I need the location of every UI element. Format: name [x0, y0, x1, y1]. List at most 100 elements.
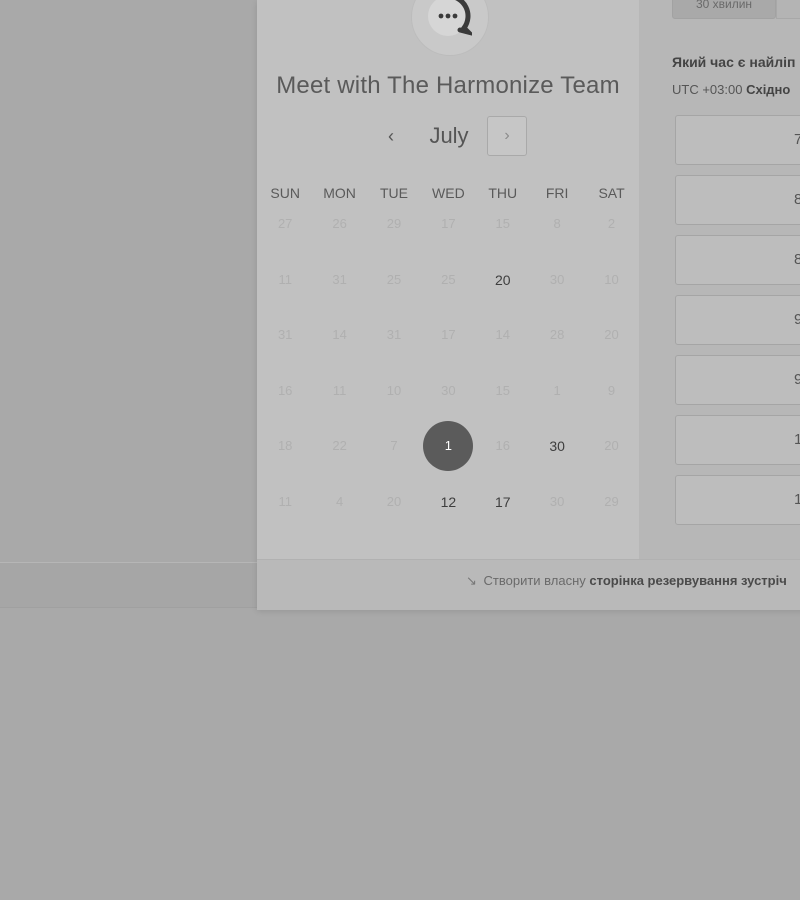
- calendar-day-number: 30: [549, 271, 565, 287]
- calendar-day: 11: [258, 268, 312, 324]
- weekday-label: SAT: [598, 185, 625, 201]
- calendar-day: 15: [476, 212, 530, 268]
- calendar-day: 22: [312, 434, 366, 490]
- calendar-day: 25: [367, 268, 421, 324]
- timezone-label[interactable]: UTC +03:00 Східно: [672, 82, 790, 97]
- calendar-day-number: 11: [278, 493, 292, 509]
- calendar-day[interactable]: 30: [530, 434, 584, 490]
- time-slot-label: 8: [794, 191, 800, 208]
- prev-month-button[interactable]: ‹: [379, 122, 403, 150]
- time-slot-label: 1: [794, 491, 800, 508]
- page-title: Meet with The Harmonize Team: [276, 72, 620, 99]
- duration-tab-alt[interactable]: [776, 0, 800, 19]
- next-month-button[interactable]: ›: [487, 116, 527, 156]
- calendar-day[interactable]: 20: [476, 268, 530, 324]
- calendar-day: 31: [258, 323, 312, 379]
- time-slot-button[interactable]: 7: [675, 115, 800, 165]
- calendar-day-number: 17: [441, 216, 456, 231]
- calendar-day-selected[interactable]: 1: [421, 421, 475, 490]
- duration-tab[interactable]: 30 хвилин: [672, 0, 776, 19]
- calendar-day: 29: [584, 490, 638, 546]
- weekday-header: SUN MON TUE WED THU FRI SAT: [258, 180, 639, 206]
- time-slot-button[interactable]: 1: [675, 475, 800, 525]
- calendar-day-number: 17: [441, 327, 456, 343]
- timezone-name: Східно: [746, 82, 791, 97]
- calendar-day-number: 30: [549, 438, 565, 455]
- calendar-day: 27: [258, 212, 312, 268]
- arrow-icon: ↘: [466, 573, 477, 588]
- time-slot-button[interactable]: 1: [675, 415, 800, 465]
- calendar-day: 25: [421, 268, 475, 324]
- calendar-day[interactable]: 12: [421, 490, 475, 546]
- calendar-day-number: 14: [332, 327, 347, 343]
- calendar-day-number: 7: [390, 438, 398, 454]
- calendar-day-number: 11: [278, 271, 292, 287]
- calendar-day-number: 31: [277, 327, 293, 343]
- time-slot-button[interactable]: 9: [675, 355, 800, 405]
- calendar-day-number: 27: [277, 216, 293, 231]
- weekday-label: WED: [432, 185, 465, 201]
- calendar-day-number: 26: [332, 216, 347, 231]
- time-question: Який час є найліп: [672, 54, 796, 70]
- weekday-label: TUE: [379, 185, 408, 201]
- time-slot-button[interactable]: 9: [675, 295, 800, 345]
- calendar-day: 31: [312, 268, 366, 324]
- calendar-day-number: 22: [332, 438, 347, 454]
- calendar-day-number: 31: [386, 327, 402, 343]
- time-slot-button[interactable]: 8: [675, 175, 800, 225]
- calendar-day: 16: [476, 434, 530, 490]
- calendar-day-number: 1: [423, 421, 474, 472]
- weekday-label: SUN: [270, 185, 300, 201]
- calendar-day: 10: [367, 379, 421, 435]
- weekday-label: FRI: [545, 185, 569, 201]
- time-slot-label: 8: [794, 251, 800, 268]
- calendar-day: 26: [312, 212, 366, 268]
- calendar-day-number: 30: [441, 382, 456, 398]
- calendar-day-number: 1: [553, 382, 561, 398]
- calendar-day-number: 10: [386, 382, 402, 398]
- calendar-day: 8: [530, 212, 584, 268]
- time-slot-button[interactable]: 8: [675, 235, 800, 285]
- calendar-day: 16: [258, 379, 312, 435]
- create-booking-page-link[interactable]: ↘ Створити власну сторінка резервування …: [466, 573, 787, 589]
- calendar-day-number: 20: [386, 493, 402, 509]
- calendar-day-number: 16: [495, 438, 510, 454]
- calendar-day: 9: [584, 379, 638, 435]
- calendar-day-number: 25: [386, 271, 402, 287]
- calendar-day: 1: [530, 379, 584, 435]
- calendar-day-number: 20: [604, 327, 619, 343]
- calendar-day: 30: [530, 268, 584, 324]
- timezone-offset: UTC +03:00: [672, 82, 743, 97]
- calendar-day: 7: [367, 434, 421, 490]
- time-slot-label: 7: [794, 131, 800, 148]
- calendar-day-number: 18: [277, 438, 293, 454]
- calendar-day-number: 15: [495, 216, 510, 231]
- calendar-day-number: 14: [495, 327, 510, 343]
- calendar-week-row: 27 26 29 17 15 8 2: [258, 212, 639, 268]
- calendar-day-number: 29: [386, 216, 402, 231]
- calendar-day: 14: [312, 323, 366, 379]
- calendar-week-row: 18 22 7 1 16 30 20: [258, 421, 639, 490]
- calendar-week-row: 11 4 20 12 17 30 29: [258, 490, 639, 546]
- footer-text-bold: сторінка резервування зустріч: [589, 573, 787, 588]
- time-slot-label: 9: [794, 311, 800, 328]
- weekday-label: THU: [488, 185, 518, 201]
- calendar-week-row: 31 14 31 17 14 28 20: [258, 323, 639, 379]
- time-slot-label: 9: [794, 371, 800, 388]
- time-slot-label: 1: [794, 431, 800, 448]
- calendar-day-number: 20: [494, 271, 511, 288]
- calendar-day: 2: [584, 212, 638, 268]
- page: Meet with The Harmonize Team ‹ July › SU…: [0, 0, 800, 900]
- calendar-day: 31: [367, 323, 421, 379]
- calendar-day-number: 12: [440, 493, 457, 510]
- calendar-day: 17: [421, 323, 475, 379]
- footer-text: Створити власну: [483, 573, 586, 588]
- calendar-day-number: 15: [495, 382, 510, 398]
- calendar-day: 28: [530, 323, 584, 379]
- calendar-day-number: 30: [549, 493, 565, 509]
- calendar-day-number: 4: [335, 493, 344, 509]
- calendar-day: 18: [258, 434, 312, 490]
- month-label: July: [429, 123, 469, 148]
- calendar-day[interactable]: 17: [476, 490, 530, 546]
- calendar-day-number: 2: [607, 216, 616, 231]
